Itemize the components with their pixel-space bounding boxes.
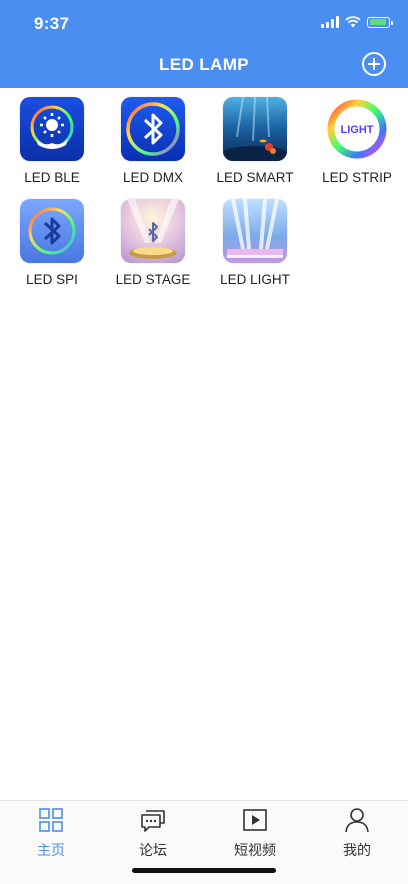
app-led-spi[interactable]: LED SPI — [1, 199, 103, 287]
app-led-light[interactable]: LED LIGHT — [204, 199, 306, 287]
app-label: LED SMART — [216, 170, 294, 185]
tab-label: 论坛 — [139, 843, 167, 859]
app-led-strip[interactable]: LIGHT LED STRIP — [306, 97, 408, 185]
tab-home[interactable]: 主页 — [0, 807, 102, 860]
led-dmx-icon — [121, 97, 185, 161]
led-ble-icon — [20, 97, 84, 161]
person-icon — [345, 808, 369, 833]
app-label: LED DMX — [122, 170, 183, 185]
light-logo-text: LIGHT — [341, 124, 374, 136]
app-led-stage[interactable]: LED STAGE — [102, 199, 204, 287]
cellular-signal-icon — [321, 16, 339, 28]
app-led-dmx[interactable]: LED DMX — [102, 97, 204, 185]
tab-label: 我的 — [343, 843, 371, 859]
wifi-icon — [345, 16, 361, 28]
led-spi-icon — [20, 199, 84, 263]
led-stage-icon — [121, 199, 185, 263]
app-led-ble[interactable]: LED BLE — [1, 97, 103, 185]
play-video-icon — [243, 809, 267, 831]
tab-forum[interactable]: 论坛 — [102, 807, 204, 860]
tab-short-video[interactable]: 短视频 — [204, 807, 306, 860]
app-label: LED SPI — [26, 272, 78, 287]
status-icons — [321, 16, 393, 28]
app-label: LED STAGE — [115, 272, 191, 287]
page-title: LED LAMP — [158, 55, 250, 74]
app-label: LED BLE — [24, 170, 80, 185]
home-indicator — [132, 868, 276, 873]
chat-bubble-icon — [141, 810, 165, 832]
app-led-smart[interactable]: LED SMART — [204, 97, 306, 185]
led-smart-icon — [223, 97, 287, 161]
app-label: LED STRIP — [322, 170, 392, 185]
tab-label: 短视频 — [234, 843, 276, 859]
led-strip-icon: LIGHT — [325, 97, 389, 161]
top-bar: 9:37 LED LAMP — [0, 0, 408, 88]
add-button[interactable] — [362, 52, 386, 76]
tab-label: 主页 — [37, 843, 65, 859]
status-time: 9:37 — [34, 14, 70, 33]
battery-icon — [367, 16, 393, 28]
tab-me[interactable]: 我的 — [306, 807, 408, 860]
led-light-icon — [223, 199, 287, 263]
app-label: LED LIGHT — [220, 272, 290, 287]
grid-icon — [39, 808, 63, 832]
